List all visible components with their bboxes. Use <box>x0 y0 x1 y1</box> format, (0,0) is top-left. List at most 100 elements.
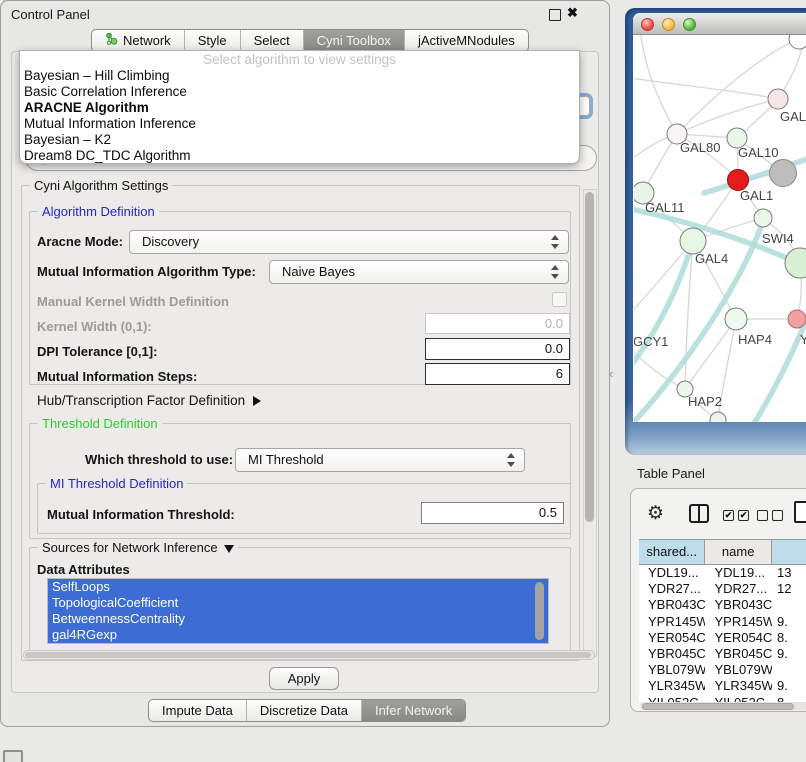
algorithm-option-bayesian-k2[interactable]: Bayesian – K2 <box>20 132 579 148</box>
node-hap4[interactable] <box>725 308 747 330</box>
node-unlabeled-top[interactable] <box>789 35 806 49</box>
attribute-item-selfloops[interactable]: SelfLoops <box>48 579 548 595</box>
horizontal-scrollbar-thumb[interactable] <box>25 652 591 658</box>
table-row[interactable]: YPR145WYPR145W9. <box>639 614 806 630</box>
node-bottom[interactable] <box>710 412 726 422</box>
tab-select[interactable]: Select <box>240 30 303 51</box>
table-cell: YIL052C <box>705 695 771 703</box>
tab-infer-network[interactable]: Infer Network <box>361 700 465 721</box>
table-row[interactable]: YDR27...YDR27...12 <box>639 581 806 597</box>
hub-definition-label: Hub/Transcription Factor Definition <box>37 393 245 408</box>
algorithm-option-bayesian-hill-climbing[interactable]: Bayesian – Hill Climbing <box>20 68 579 84</box>
column-header-name[interactable]: name <box>705 540 771 564</box>
attribute-item-gal4rgexp[interactable]: gal4RGexp <box>48 627 548 643</box>
network-edge[interactable] <box>685 319 736 389</box>
checkbox-checked-icon[interactable]: ✔ <box>723 510 734 521</box>
algorithm-option-mutual-information-inference[interactable]: Mutual Information Inference <box>20 116 579 132</box>
algorithm-option-aracne-algorithm[interactable]: ARACNE Algorithm <box>20 100 579 116</box>
table-cell: YDL19... <box>705 565 771 581</box>
gear-icon[interactable]: ⚙ <box>647 502 664 525</box>
network-edge[interactable] <box>640 35 677 134</box>
columns-icon[interactable] <box>689 504 709 523</box>
dpi-tolerance-field[interactable]: 0.0 <box>425 338 570 360</box>
network-canvas[interactable]: GALGAL80GAL10GAL1GAL11SWI4GAL4GCY1HAP4YH… <box>634 35 806 422</box>
algorithm-option-basic-correlation-inference[interactable]: Basic Correlation Inference <box>20 84 579 100</box>
mi-threshold-field[interactable]: 0.5 <box>421 502 564 524</box>
tab-label: Cyni Toolbox <box>317 30 391 51</box>
desktop: Control Panel ✖ Network Style Select Cyni T… <box>0 0 806 762</box>
table-row[interactable]: YDL19...YDL19...13 <box>639 565 806 581</box>
algorithm-list: Bayesian – Hill ClimbingBasic Correlatio… <box>20 68 579 165</box>
which-threshold-combobox[interactable]: MI Threshold <box>235 448 525 472</box>
aracne-mode-combobox[interactable]: Discovery <box>129 230 569 254</box>
node-large-right[interactable] <box>785 248 806 278</box>
kernel-width-label: Kernel Width (0,1): <box>37 319 152 334</box>
tab-label: Style <box>198 30 227 51</box>
attribute-item-topologicalcoefficient[interactable]: TopologicalCoefficient <box>48 595 548 611</box>
mi-steps-field[interactable]: 6 <box>425 363 570 385</box>
control-panel-title: Control Panel <box>11 7 90 22</box>
node-label-y: Y <box>800 332 806 347</box>
table-horizontal-scrollbar[interactable] <box>640 702 806 710</box>
settings-scrollbar-thumb[interactable] <box>585 192 594 522</box>
tab-impute-data[interactable]: Impute Data <box>149 700 246 721</box>
tab-network[interactable]: Network <box>92 30 184 51</box>
algorithm-option-dream8-dc-tdc-algorithm[interactable]: Dream8 DC_TDC Algorithm <box>20 148 579 164</box>
checkbox-checked-icon[interactable]: ✔ <box>738 510 749 521</box>
tab-discretize-data[interactable]: Discretize Data <box>246 700 361 721</box>
node-pink-right[interactable] <box>788 310 806 328</box>
tab-style[interactable]: Style <box>184 30 240 51</box>
table-cell: YBR045C <box>705 646 771 662</box>
node-label-gal10: GAL10 <box>738 145 778 160</box>
network-window-titlebar[interactable] <box>633 13 806 35</box>
tab-cyni-toolbox[interactable]: Cyni Toolbox <box>303 30 404 51</box>
table-row[interactable]: YLR345WYLR345W9. <box>639 678 806 694</box>
table-panel-window: ⚙ ✔ ✔ shared...name YDL19...YDL19...13YD… <box>630 488 806 712</box>
node-label-hap4: HAP4 <box>738 332 772 347</box>
checkbox-unchecked-icon[interactable] <box>772 510 783 521</box>
table-cell: 8. <box>772 695 806 703</box>
hub-definition-toggle[interactable]: Hub/Transcription Factor Definition <box>37 393 261 408</box>
attributes-list-scrollbar-thumb[interactable] <box>535 582 544 640</box>
dock-panel-icon[interactable] <box>3 750 23 762</box>
table-cell: YDR27... <box>639 581 705 597</box>
aracne-mode-label: Aracne Mode: <box>37 234 123 249</box>
column-header-cut[interactable] <box>772 540 806 564</box>
checkbox-unchecked-icon[interactable] <box>757 510 768 521</box>
table-scrollbar-thumb[interactable] <box>642 703 794 710</box>
tab-jactivemnodules[interactable]: jActiveMNodules <box>404 30 528 51</box>
node-label-gal1: GAL1 <box>740 188 773 203</box>
mi-steps-label: Mutual Information Steps: <box>37 369 197 384</box>
network-edge-highlighted[interactable] <box>742 285 806 422</box>
manual-kernel-width-checkbox[interactable] <box>552 292 567 307</box>
node-swi4[interactable] <box>754 209 772 227</box>
column-header-shared[interactable]: shared... <box>639 540 705 564</box>
expand-arrow-icon <box>253 396 261 406</box>
mi-algorithm-type-combobox[interactable]: Naive Bayes <box>269 260 569 284</box>
mi-threshold-label: Mutual Information Threshold: <box>47 507 235 522</box>
node-gal-cut[interactable] <box>768 89 788 109</box>
panel-splitter-handle[interactable]: ‹ <box>609 366 613 381</box>
apply-button[interactable]: Apply <box>269 667 339 690</box>
dpi-tolerance-value: 0.0 <box>426 339 563 358</box>
table-row[interactable]: YBR045CYBR045C9. <box>639 646 806 662</box>
table-row[interactable]: YBL079WYBL079W <box>639 662 806 678</box>
table-row[interactable]: YER054CYER054C8. <box>639 630 806 646</box>
close-icon[interactable]: ✖ <box>567 5 578 21</box>
table-row[interactable]: YBR043CYBR043C <box>639 597 806 613</box>
settings-horizontal-scrollbar[interactable] <box>23 650 595 660</box>
minimize-traffic-light-icon[interactable] <box>662 18 675 31</box>
table-row[interactable]: YIL052CYIL052C8. <box>639 695 806 703</box>
sources-group-title[interactable]: Sources for Network Inference <box>38 540 238 555</box>
file-icon[interactable] <box>794 501 806 523</box>
table-cell: YBL079W <box>639 662 705 678</box>
network-edge[interactable] <box>634 77 778 99</box>
kernel-width-field[interactable]: 0.0 <box>425 313 570 334</box>
float-panel-icon[interactable] <box>549 9 561 21</box>
node-gray[interactable] <box>770 160 797 187</box>
close-traffic-light-icon[interactable] <box>641 18 654 31</box>
table-body: YDL19...YDL19...13YDR27...YDR27...12YBR0… <box>639 565 806 702</box>
attribute-item-betweennesscentrality[interactable]: BetweennessCentrality <box>48 611 548 627</box>
network-edge[interactable] <box>677 99 778 134</box>
zoom-traffic-light-icon[interactable] <box>683 18 696 31</box>
